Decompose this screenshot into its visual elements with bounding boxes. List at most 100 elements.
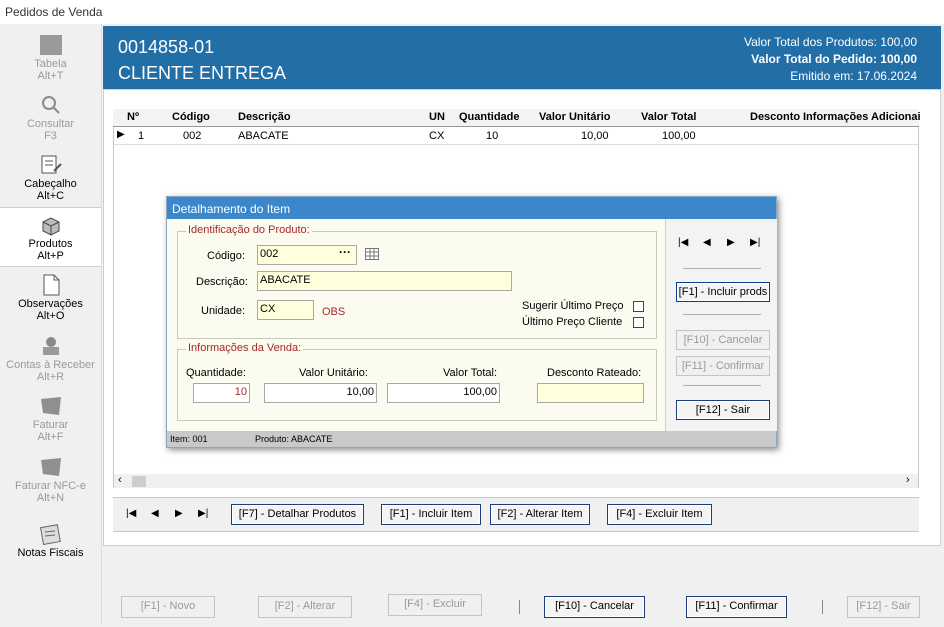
last-price-checkbox[interactable] (633, 317, 644, 328)
suggest-price-label: Sugerir Último Preço (522, 300, 624, 312)
suggest-price-checkbox[interactable] (633, 301, 644, 312)
cell-n: 1 (138, 130, 145, 142)
issued-date: Emitido em: 17.06.2024 (790, 69, 917, 83)
exit-button[interactable]: [F12] - Sair (676, 400, 770, 420)
product-group: Identificação do Produto: Código: 002 ··… (177, 224, 657, 339)
sidebar-shortcut: Alt+T (37, 70, 64, 82)
sidebar-shortcut: F3 (44, 130, 57, 142)
unit-label: Unidade: (201, 305, 246, 317)
last-record-icon[interactable]: ▶| (198, 508, 208, 519)
delete-item-button[interactable]: [F4] - Excluir Item (607, 504, 712, 525)
sidebar-label: Contas à Receber (6, 359, 95, 371)
grid-header: Nº Código Descrição UN Quantidade Valor … (113, 109, 921, 127)
sidebar-item-contas-receber[interactable]: Contas à Receber Alt+R (0, 329, 101, 387)
sidebar-label: Consultar (26, 118, 75, 130)
sale-group-title: Informações da Venda: (186, 342, 304, 354)
cell-code: 002 (183, 130, 202, 142)
table-row[interactable]: ▶ (114, 127, 918, 145)
col-total: Valor Total (641, 111, 697, 123)
sidebar-item-produtos[interactable]: Produtos Alt+P (0, 207, 101, 267)
sidebar-label: Faturar NFC-e (15, 480, 86, 492)
first-record-icon[interactable]: |◀ (678, 237, 688, 248)
next-record-icon[interactable]: ▶ (175, 508, 183, 519)
include-prods-button[interactable]: [F1] - Incluir prods (676, 282, 770, 302)
delete-button[interactable]: [F4] - Excluir (388, 594, 482, 616)
last-record-icon[interactable]: ▶| (750, 237, 760, 248)
divider (683, 385, 761, 386)
qty-field[interactable]: 10 (193, 383, 250, 403)
sidebar-item-consultar[interactable]: Consultar F3 (0, 88, 101, 146)
prev-record-icon[interactable]: ◀ (151, 508, 159, 519)
sidebar-item-notas-fiscais[interactable]: Notas Fiscais (0, 517, 101, 575)
ellipsis-button[interactable]: ··· (339, 245, 351, 259)
sidebar-shortcut: Alt+N (36, 492, 65, 504)
alter-button[interactable]: [F2] - Alterar (258, 596, 352, 618)
obs-label[interactable]: OBS (322, 306, 345, 318)
sidebar-item-observacoes[interactable]: Observações Alt+O (0, 268, 101, 326)
sidebar-item-tabela[interactable]: Tabela Alt+T (0, 28, 101, 86)
total-order: Valor Total do Pedido: 100,00 (751, 52, 917, 66)
document-edit-icon (41, 155, 62, 174)
calendar-grid-icon[interactable] (365, 248, 379, 260)
footer-exit-button[interactable]: [F12] - Sair (847, 596, 920, 618)
footer-confirm-button[interactable]: [F11] - Confirmar (686, 596, 787, 618)
sidebar-item-faturar[interactable]: Faturar Alt+F (0, 389, 101, 447)
invoice-icon (40, 397, 61, 415)
client-name: CLIENTE ENTREGA (118, 63, 287, 83)
dialog-body: Identificação do Produto: Código: 002 ··… (167, 219, 665, 431)
next-record-icon[interactable]: ▶ (727, 237, 735, 248)
last-price-label: Último Preço Cliente (522, 316, 623, 328)
desc-field[interactable]: ABACATE (257, 271, 512, 291)
first-record-icon[interactable]: |◀ (126, 508, 136, 519)
sidebar-shortcut: Alt+P (37, 250, 64, 262)
divider (683, 268, 761, 269)
sidebar-label: Notas Fiscais (17, 547, 84, 559)
cell-un: CX (429, 130, 445, 142)
col-n: Nº (127, 111, 139, 123)
code-label: Código: (207, 250, 245, 262)
new-button[interactable]: [F1] - Novo (121, 596, 215, 618)
prev-record-icon[interactable]: ◀ (703, 237, 711, 248)
horizontal-scrollbar[interactable]: ‹ › (114, 474, 918, 488)
dialog-statusbar: Item: 001 Produto: ABACATE (167, 431, 776, 447)
detail-products-button[interactable]: [F7] - Detalhar Produtos (231, 504, 364, 525)
row-pointer-icon: ▶ (117, 129, 125, 140)
sidebar: Tabela Alt+T Consultar F3 Cabeçalho Alt+… (0, 24, 102, 624)
divider (683, 314, 761, 315)
scroll-right-icon[interactable]: › (906, 474, 910, 486)
money-stack-icon (42, 337, 59, 355)
unit-field[interactable]: CX (257, 300, 314, 320)
dialog-title: Detalhamento do Item (167, 197, 776, 219)
confirm-button[interactable]: [F11] - Confirmar (676, 356, 770, 376)
sidebar-label: Observações (18, 298, 83, 310)
desc-label: Descrição: (196, 276, 248, 288)
order-header: 0014858-01 CLIENTE ENTREGA Valor Total d… (103, 26, 941, 89)
scroll-left-icon[interactable]: ‹ (118, 474, 122, 486)
sidebar-item-cabecalho[interactable]: Cabeçalho Alt+C (0, 148, 101, 206)
sidebar-label: Produtos (28, 238, 73, 250)
cell-unit: 10,00 (581, 130, 609, 142)
status-product: Produto: ABACATE (255, 434, 333, 444)
discount-field[interactable] (537, 383, 644, 403)
order-number: 0014858-01 (118, 37, 215, 57)
col-discount: Desconto (750, 111, 801, 123)
alter-item-button[interactable]: [F2] - Alterar Item (490, 504, 590, 525)
col-info: Informações Adicionai (803, 111, 921, 123)
col-un: UN (429, 111, 445, 123)
sidebar-item-faturar-nfce[interactable]: Faturar NFC-e Alt+N (0, 450, 101, 508)
col-qty: Quantidade (459, 111, 520, 123)
total-field[interactable]: 100,00 (387, 383, 500, 403)
sidebar-label: Faturar (32, 419, 69, 431)
col-desc: Descrição (238, 111, 291, 123)
cell-desc: ABACATE (238, 130, 289, 142)
unit-price-label: Valor Unitário: (299, 367, 368, 379)
footer-cancel-button[interactable]: [F10] - Cancelar (544, 596, 645, 618)
sidebar-shortcut: Alt+R (36, 371, 65, 383)
status-item: Item: 001 (170, 434, 208, 444)
scroll-thumb[interactable] (132, 476, 146, 487)
unit-price-field[interactable]: 10,00 (264, 383, 377, 403)
products-box-icon (42, 217, 59, 236)
cell-qty: 10 (486, 130, 499, 142)
cancel-button[interactable]: [F10] - Cancelar (676, 330, 770, 350)
include-item-button[interactable]: [F1] - Incluir Item (381, 504, 481, 525)
